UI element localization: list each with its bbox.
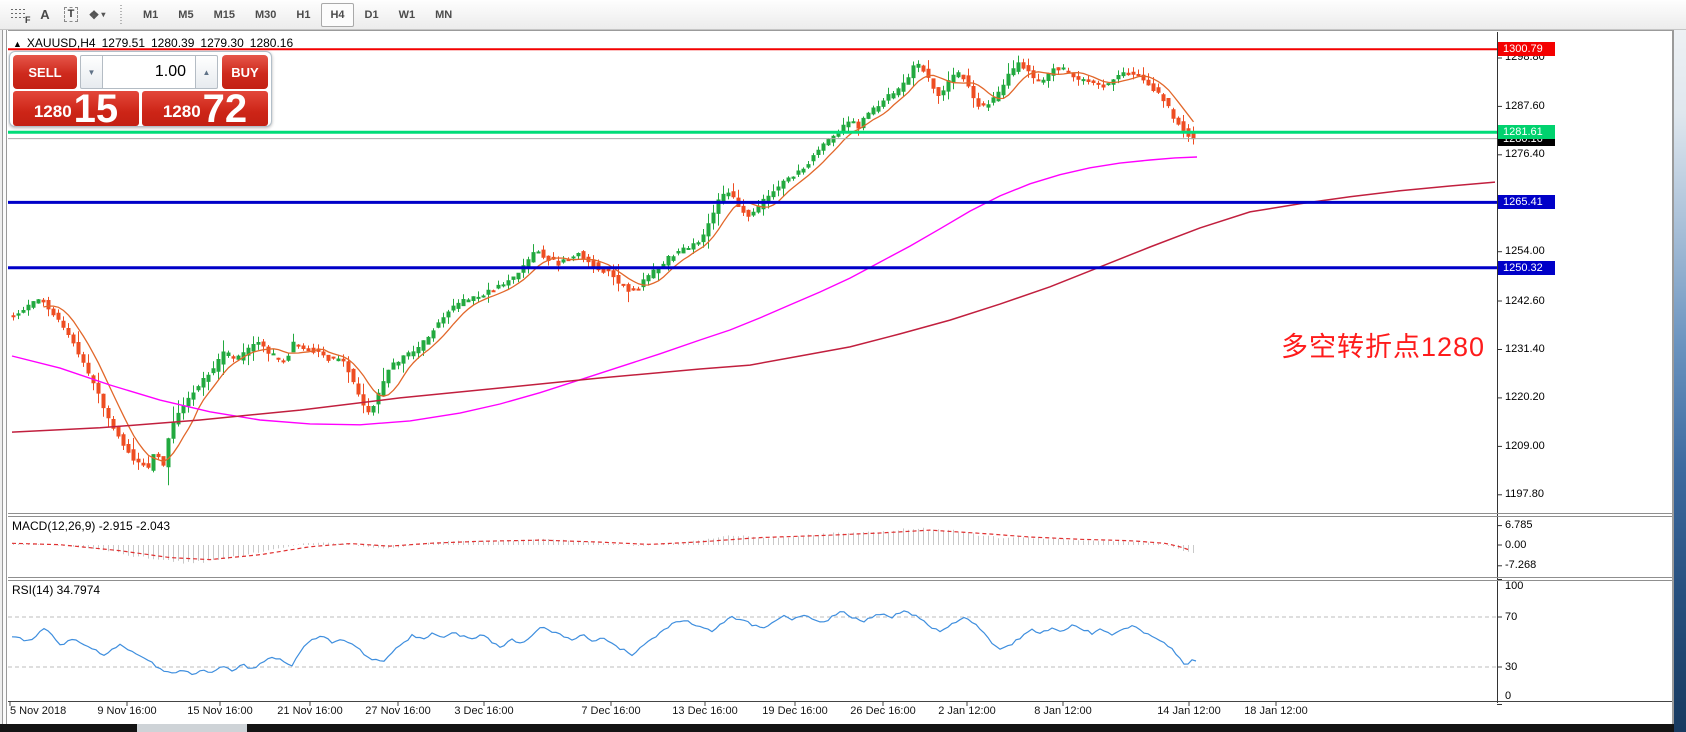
window-left-border — [0, 29, 8, 724]
buy-pips: 72 — [203, 92, 248, 126]
chart-header: ▲ XAUUSD,H4 1279.51 1280.39 1279.30 1280.16 — [13, 36, 299, 50]
horizontal-scrollbar-thumb[interactable] — [137, 724, 247, 732]
macd-tick-label: -7.268 — [1505, 559, 1536, 571]
timeframe-button-h1[interactable]: H1 — [287, 3, 319, 27]
close-value: 1280.16 — [250, 36, 293, 50]
sell-big-figure: 1280 — [34, 102, 72, 122]
timeframe-button-m15[interactable]: M15 — [205, 3, 244, 27]
rsi-indicator-label: RSI(14) 34.7974 — [12, 583, 100, 597]
desktop-background-strip — [1674, 29, 1686, 732]
price-tick-label: 1220.20 — [1505, 391, 1545, 403]
resistance-line-1300-price-label: 1300.79 — [1498, 42, 1555, 56]
toolbar: FAT❖▾ M1M5M15M30H1H4D1W1MN — [0, 0, 1686, 30]
macd-indicator-label: MACD(12,26,9) -2.915 -2.043 — [12, 519, 170, 533]
trade-panel-collapse-icon[interactable]: ▲ — [13, 39, 22, 49]
buy-price-display[interactable]: 1280 72 — [142, 91, 268, 126]
price-tick-label: 1242.60 — [1505, 295, 1545, 307]
toolbar-grip[interactable] — [120, 5, 126, 25]
horizontal-scrollbar-track[interactable] — [0, 724, 1674, 732]
symbol-period-label: XAUUSD,H4 — [27, 36, 96, 50]
timeframe-button-d1[interactable]: D1 — [356, 3, 388, 27]
volume-input[interactable]: 1.00 — [103, 55, 195, 89]
time-tick-label: 21 Nov 16:00 — [277, 705, 342, 717]
time-tick-label: 18 Jan 12:00 — [1244, 705, 1308, 717]
timeframe-button-mn[interactable]: MN — [426, 3, 461, 27]
time-tick-label: 8 Jan 12:00 — [1034, 705, 1092, 717]
time-tick-label: 2 Jan 12:00 — [938, 705, 996, 717]
time-tick-label: 7 Dec 16:00 — [581, 705, 640, 717]
price-tick-label: 1197.80 — [1505, 488, 1544, 500]
price-tick-label: 1287.60 — [1505, 100, 1545, 112]
timeframe-button-m30[interactable]: M30 — [246, 3, 285, 27]
open-value: 1279.51 — [102, 36, 145, 50]
shapes-tool-icon[interactable]: ❖▾ — [84, 3, 110, 27]
low-value: 1279.30 — [200, 36, 243, 50]
timeframe-button-m5[interactable]: M5 — [169, 3, 202, 27]
macd-histogram — [14, 528, 1194, 564]
ma-mid-line — [12, 157, 1197, 425]
indicators-grid-f-tool-icon[interactable]: F — [6, 3, 32, 27]
buy-button[interactable]: BUY — [222, 55, 268, 89]
price-tick-label: 1209.00 — [1505, 440, 1545, 452]
chart-text-annotation: 多空转折点1280 — [1281, 325, 1485, 364]
time-tick-label: 26 Dec 16:00 — [850, 705, 915, 717]
support-line-1265-price-label: 1265.41 — [1498, 195, 1555, 209]
rsi-tick-label: 30 — [1505, 661, 1517, 673]
text-label-tool-icon[interactable]: T — [58, 3, 84, 27]
time-tick-label: 15 Nov 16:00 — [187, 705, 252, 717]
price-tick-label: 1231.40 — [1505, 343, 1545, 355]
sell-price-display[interactable]: 1280 15 — [13, 91, 139, 126]
buy-big-figure: 1280 — [163, 102, 201, 122]
time-tick-label: 9 Nov 16:00 — [97, 705, 156, 717]
time-tick-label: 5 Nov 2018 — [10, 705, 66, 717]
rsi-tick-label: 70 — [1505, 611, 1517, 623]
rsi-line — [12, 611, 1196, 675]
one-click-trade-panel: SELL ▼ 1.00 ▲ BUY 1280 15 1280 72 — [9, 51, 272, 127]
rsi-tick-label: 0 — [1505, 690, 1511, 702]
volume-increase-button[interactable]: ▲ — [195, 55, 218, 89]
rsi-tick-label: 100 — [1505, 580, 1523, 592]
chevron-down-icon: ▼ — [88, 68, 96, 77]
trendline — [12, 182, 1495, 432]
mt4-terminal: { "toolbar": { "tools": [ {"name": "indi… — [0, 0, 1686, 732]
text-tool-icon[interactable]: A — [32, 3, 58, 27]
sell-button[interactable]: SELL — [13, 55, 77, 89]
time-tick-label: 14 Jan 12:00 — [1157, 705, 1221, 717]
chevron-up-icon: ▲ — [203, 68, 211, 77]
timeframe-button-h4[interactable]: H4 — [321, 3, 353, 27]
price-tick-label: 1254.00 — [1505, 245, 1545, 257]
price-tick-label: 1276.40 — [1505, 148, 1545, 160]
sell-pips: 15 — [74, 92, 119, 126]
support-line-1250-price-label: 1250.32 — [1498, 261, 1555, 275]
timeframe-button-w1[interactable]: W1 — [390, 3, 425, 27]
time-tick-label: 19 Dec 16:00 — [762, 705, 827, 717]
high-value: 1280.39 — [151, 36, 194, 50]
macd-tick-label: 6.785 — [1505, 519, 1533, 531]
time-tick-label: 13 Dec 16:00 — [672, 705, 737, 717]
time-tick-label: 3 Dec 16:00 — [454, 705, 513, 717]
support-line-1281-price-label: 1281.61 — [1498, 125, 1555, 139]
timeframe-button-m1[interactable]: M1 — [134, 3, 167, 27]
macd-tick-label: 0.00 — [1505, 539, 1526, 551]
volume-decrease-button[interactable]: ▼ — [80, 55, 103, 89]
time-tick-label: 27 Nov 16:00 — [365, 705, 430, 717]
